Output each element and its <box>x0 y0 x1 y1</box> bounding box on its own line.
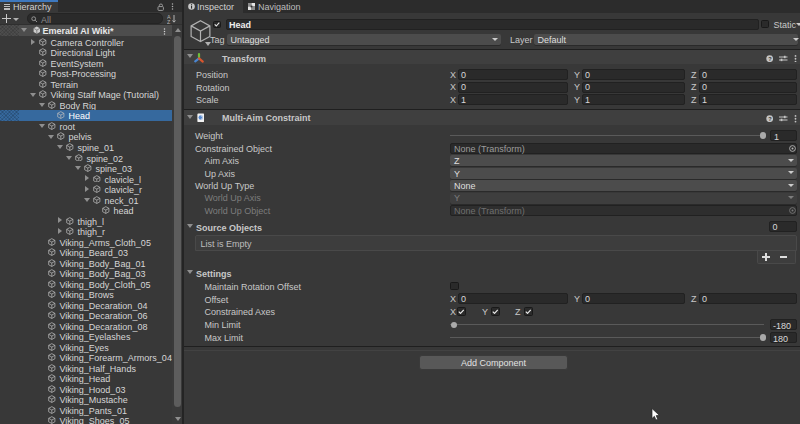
svg-text:Z: Z <box>167 19 171 24</box>
